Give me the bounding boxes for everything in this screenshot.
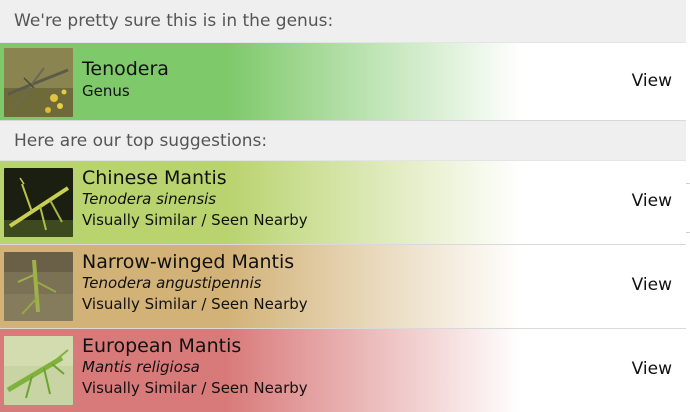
suggestion-name: Chinese Mantis: [82, 167, 227, 189]
genus-view-link[interactable]: View: [632, 71, 672, 91]
suggestion-text: Narrow-winged Mantis Tenodera angustipen…: [82, 251, 308, 313]
edge-divider: [686, 183, 690, 184]
suggestion-view-link[interactable]: View: [632, 359, 672, 379]
suggestions-section-header-text: Here are our top suggestions:: [14, 130, 268, 151]
suggestion-photo: [4, 168, 73, 237]
suggestion-row[interactable]: European Mantis Mantis religiosa Visuall…: [0, 329, 686, 412]
genus-rank: Genus: [82, 82, 130, 100]
suggestion-scientific-name: Mantis religiosa: [82, 358, 200, 376]
genus-section-header-text: We're pretty sure this is in the genus:: [14, 11, 334, 31]
suggestion-reason: Visually Similar / Seen Nearby: [82, 295, 308, 313]
suggestion-view-link[interactable]: View: [632, 191, 672, 211]
suggestion-scientific-name: Tenodera sinensis: [82, 190, 217, 208]
suggestion-reason: Visually Similar / Seen Nearby: [82, 211, 308, 229]
background-edge: [686, 0, 690, 412]
suggestion-row[interactable]: Chinese Mantis Tenodera sinensis Visuall…: [0, 161, 686, 245]
suggestion-scientific-name: Tenodera angustipennis: [82, 274, 262, 292]
suggestions-section-header: Here are our top suggestions:: [0, 121, 686, 161]
genus-photo: [4, 48, 73, 117]
suggestion-name: European Mantis: [82, 335, 242, 357]
suggestion-reason: Visually Similar / Seen Nearby: [82, 379, 308, 397]
genus-row[interactable]: Tenodera Genus View: [0, 43, 686, 121]
edge-divider: [686, 232, 690, 233]
suggestion-row[interactable]: Narrow-winged Mantis Tenodera angustipen…: [0, 245, 686, 329]
genus-name: Tenodera: [82, 58, 169, 80]
suggestion-name: Narrow-winged Mantis: [82, 251, 295, 273]
genus-section-header: We're pretty sure this is in the genus:: [0, 0, 686, 43]
suggestion-text: European Mantis Mantis religiosa Visuall…: [82, 335, 308, 397]
suggestion-photo: [4, 252, 73, 321]
suggestions-panel: We're pretty sure this is in the genus: …: [0, 0, 686, 412]
suggestion-view-link[interactable]: View: [632, 275, 672, 295]
suggestion-photo: [4, 336, 73, 405]
suggestion-text: Chinese Mantis Tenodera sinensis Visuall…: [82, 167, 308, 229]
genus-text: Tenodera Genus: [82, 58, 169, 100]
